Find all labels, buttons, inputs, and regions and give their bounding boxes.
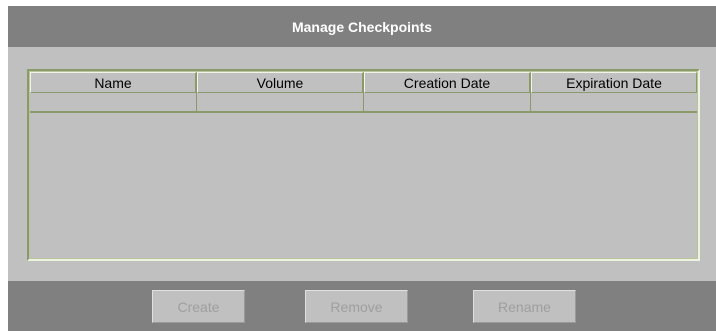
table-inner: Name Volume Creation Date Expiration Dat… bbox=[29, 71, 698, 259]
checkpoints-table[interactable]: Name Volume Creation Date Expiration Dat… bbox=[27, 69, 700, 261]
remove-button[interactable]: Remove bbox=[305, 290, 408, 323]
dialog-title: Manage Checkpoints bbox=[291, 18, 433, 35]
rename-button-label: Rename bbox=[498, 298, 551, 315]
manage-checkpoints-dialog: Manage Checkpoints Name Volume Creation … bbox=[8, 6, 716, 331]
column-header-volume[interactable]: Volume bbox=[197, 72, 364, 93]
create-button-label: Create bbox=[177, 298, 220, 315]
column-header-label: Creation Date bbox=[403, 74, 491, 91]
column-header-label: Name bbox=[94, 74, 132, 91]
dialog-title-bar: Manage Checkpoints bbox=[8, 6, 716, 47]
table-cell bbox=[531, 93, 697, 111]
button-bar: Create Remove Rename bbox=[8, 281, 716, 331]
column-header-expiration-date[interactable]: Expiration Date bbox=[531, 72, 697, 93]
table-header-row: Name Volume Creation Date Expiration Dat… bbox=[30, 72, 697, 93]
table-cell bbox=[197, 93, 364, 111]
rename-button[interactable]: Rename bbox=[473, 290, 576, 323]
column-header-name[interactable]: Name bbox=[30, 72, 197, 93]
column-header-label: Expiration Date bbox=[566, 74, 662, 91]
column-header-label: Volume bbox=[256, 74, 304, 91]
column-header-creation-date[interactable]: Creation Date bbox=[364, 72, 531, 93]
table-cell bbox=[364, 93, 531, 111]
table-cell bbox=[30, 93, 197, 111]
remove-button-label: Remove bbox=[330, 298, 383, 315]
table-row[interactable] bbox=[30, 93, 697, 113]
dialog-body: Name Volume Creation Date Expiration Dat… bbox=[8, 47, 716, 281]
create-button[interactable]: Create bbox=[152, 290, 245, 323]
